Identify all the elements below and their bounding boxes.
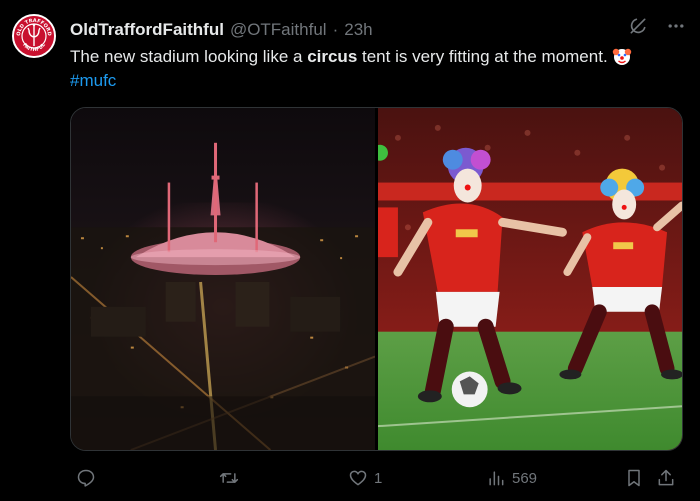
avatar[interactable]: OLD TRAFFORD FAITHFUL [12,14,56,58]
old-trafford-faithful-logo: OLD TRAFFORD FAITHFUL [14,16,54,56]
header-icons [628,16,686,36]
stadium-image[interactable] [71,108,375,450]
like-count: 1 [374,469,383,487]
retweet-button[interactable] [218,468,246,488]
tweet-text-bold: circus [307,47,358,66]
views-icon [489,471,504,486]
bookmark-icon [628,469,640,487]
separator-dot: · [332,20,339,39]
clowns-image[interactable] [378,108,682,450]
reply-icon [77,469,95,487]
tweet-header: OldTraffordFaithful @OTFaithful · 23h [70,20,373,40]
media-grid [70,107,683,451]
views-count: 569 [512,469,538,487]
tweet-text: The new stadium looking like a circus te… [70,45,690,93]
retweet-icon [219,473,239,483]
tweet-text-part-1: The new stadium looking like a [70,47,308,66]
tweet-text-part-2: tent is very fitting at the moment. [357,47,608,66]
display-name[interactable]: OldTraffordFaithful [70,20,224,40]
views-button[interactable]: 569 [486,468,537,488]
share-button[interactable] [656,468,676,488]
bookmark-button[interactable] [624,468,644,488]
heart-icon [349,470,367,486]
grok-icon[interactable] [628,16,648,36]
like-button[interactable]: 1 [348,468,382,488]
reply-button[interactable] [76,468,102,488]
timestamp[interactable]: 23h [344,20,372,40]
share-icon [658,469,674,486]
user-handle[interactable]: @OTFaithful [230,20,327,40]
clown-players-image [378,108,682,450]
tweet-actions: 1 569 [70,464,688,492]
hashtag-link[interactable]: #mufc [70,71,116,90]
stadium-night-image [71,108,375,450]
clown-face-emoji [612,48,631,65]
more-icon[interactable] [666,16,686,36]
